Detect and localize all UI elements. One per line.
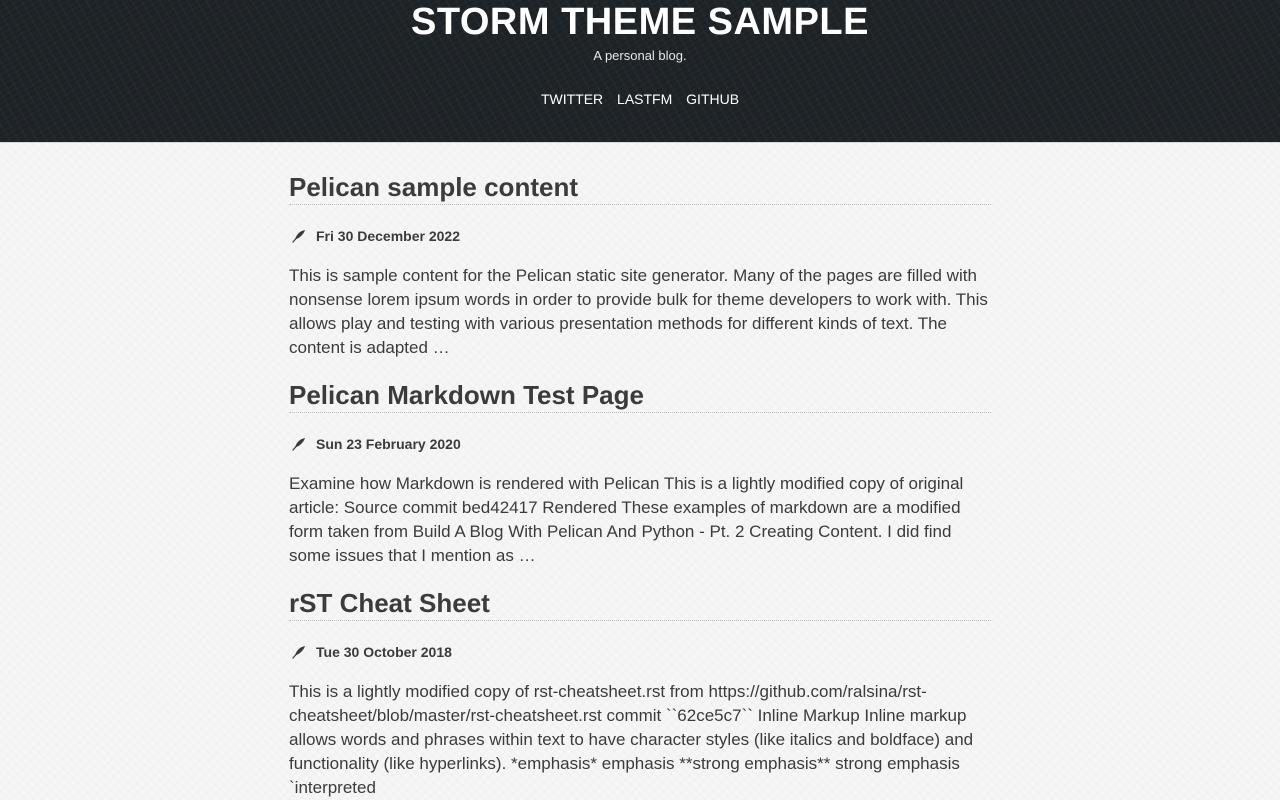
post-date: Sun 23 February 2020 <box>316 436 461 452</box>
post-meta: Fri 30 December 2022 <box>289 228 991 244</box>
post-meta: Tue 30 October 2018 <box>289 644 991 660</box>
quill-icon <box>292 646 305 659</box>
post-title-link[interactable]: Pelican Markdown Test Page <box>289 380 991 413</box>
post-title-link[interactable]: Pelican sample content <box>289 172 991 205</box>
quill-icon <box>292 438 305 451</box>
nav-link-github[interactable]: GITHUB <box>686 91 739 107</box>
post-summary: Examine how Markdown is rendered with Pe… <box>289 474 964 565</box>
quill-icon <box>292 230 305 243</box>
post-date: Tue 30 October 2018 <box>316 644 452 660</box>
site-title[interactable]: STORM THEME SAMPLE <box>0 0 1280 42</box>
post-title-link[interactable]: rST Cheat Sheet <box>289 588 991 621</box>
nav-link-twitter[interactable]: TWITTER <box>541 91 603 107</box>
main-nav: TWITTER LASTFM GITHUB <box>0 91 1280 107</box>
post-summary: This is sample content for the Pelican s… <box>289 266 988 357</box>
nav-link-lastfm[interactable]: LASTFM <box>617 91 672 107</box>
post-list: Pelican sample content Fri 30 December 2… <box>289 143 991 800</box>
site-header: STORM THEME SAMPLE A personal blog. TWIT… <box>0 0 1280 143</box>
post-date: Fri 30 December 2022 <box>316 228 460 244</box>
post-item: rST Cheat Sheet Tue 30 October 2018 This… <box>289 588 991 800</box>
post-item: Pelican Markdown Test Page Sun 23 Februa… <box>289 380 991 568</box>
post-summary: This is a lightly modified copy of rst-c… <box>289 682 974 797</box>
site-tagline: A personal blog. <box>593 48 687 63</box>
post-item: Pelican sample content Fri 30 December 2… <box>289 172 991 360</box>
post-meta: Sun 23 February 2020 <box>289 436 991 452</box>
